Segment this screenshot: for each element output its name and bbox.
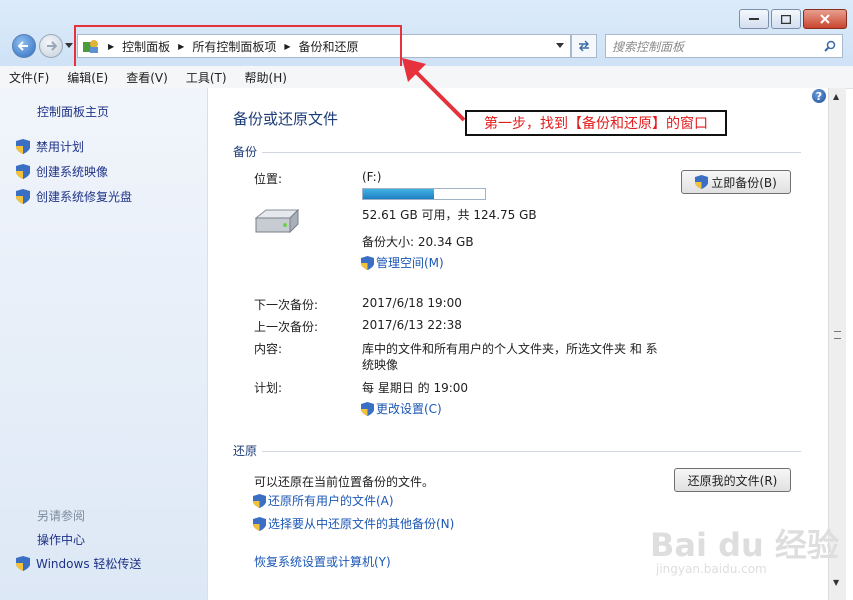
arrow-right-icon (47, 41, 57, 51)
scroll-down-icon[interactable]: ▼ (833, 578, 839, 587)
backup-section-title: 备份 (233, 145, 258, 159)
search-input[interactable]: 搜索控制面板 (612, 38, 824, 55)
close-icon (820, 14, 830, 24)
refresh-icon (579, 40, 589, 52)
shield-icon (16, 556, 30, 571)
last-backup-value: 2017/6/13 22:38 (362, 318, 462, 332)
shield-icon (361, 401, 374, 416)
menu-tools[interactable]: 工具(T) (177, 69, 236, 86)
schedule-value: 每 星期日 的 19:00 (362, 381, 469, 395)
disk-space-text: 52.61 GB 可用，共 124.75 GB (362, 208, 537, 222)
minimize-icon (749, 18, 759, 20)
sidebar-item-easy-transfer[interactable]: Windows 轻松传送 (16, 555, 141, 572)
menu-view[interactable]: 查看(V) (117, 69, 177, 86)
menu-file[interactable]: 文件(F) (0, 69, 58, 86)
shield-icon (16, 189, 30, 204)
last-backup-label: 上一次备份: (254, 320, 319, 334)
backup-now-button[interactable]: 立即备份(B) (681, 170, 791, 194)
restore-divider (262, 451, 801, 452)
refresh-button[interactable] (571, 34, 597, 58)
watermark-url: jingyan.baidu.com (656, 562, 767, 576)
restore-my-files-label: 还原我的文件(R) (687, 473, 778, 488)
address-dropdown-icon[interactable] (556, 43, 564, 49)
maximize-icon (781, 14, 791, 24)
location-value: (F:) (362, 170, 382, 184)
sidebar-item-label: Windows 轻松传送 (36, 557, 142, 571)
next-backup-label: 下一次备份: (254, 298, 319, 312)
change-settings-label: 更改设置(C) (376, 402, 442, 416)
sidebar-item-repair-disc[interactable]: 创建系统修复光盘 (16, 188, 132, 205)
back-button[interactable] (12, 34, 36, 58)
sidebar-item-label: 禁用计划 (36, 140, 85, 154)
restore-all-users-label: 还原所有用户的文件(A) (268, 494, 394, 508)
change-settings-link[interactable]: 更改设置(C) (361, 400, 442, 417)
annotation-arrow-icon (402, 58, 466, 122)
address-highlight-box (74, 25, 402, 69)
sidebar-item-label: 创建系统映像 (36, 165, 109, 179)
hard-drive-icon (254, 208, 300, 234)
manage-space-link[interactable]: 管理空间(M) (361, 254, 444, 271)
menu-help[interactable]: 帮助(H) (236, 69, 296, 86)
sidebar-item-label: 创建系统修复光盘 (36, 190, 133, 204)
restore-other-backup-label: 选择要从中还原文件的其他备份(N) (268, 517, 455, 531)
restore-all-users-link[interactable]: 还原所有用户的文件(A) (253, 492, 394, 509)
restore-description: 可以还原在当前位置备份的文件。 (254, 475, 435, 489)
annotation-callout: 第一步，找到【备份和还原】的窗口 (465, 110, 727, 136)
sidebar-home-link[interactable]: 控制面板主页 (37, 103, 109, 120)
location-label: 位置: (254, 172, 283, 186)
disk-usage-bar (362, 188, 486, 200)
backup-divider (262, 152, 801, 153)
restore-section-title: 还原 (233, 444, 258, 458)
disk-usage-fill (363, 189, 434, 199)
recover-system-link[interactable]: 恢复系统设置或计算机(Y) (254, 553, 391, 570)
backup-size-text: 备份大小: 20.34 GB (362, 235, 474, 249)
search-box[interactable]: 搜索控制面板 (605, 34, 843, 58)
schedule-label: 计划: (254, 381, 283, 395)
minimize-button[interactable] (739, 9, 769, 29)
scroll-thumb-grip[interactable] (834, 331, 841, 339)
see-also-heading: 另请参阅 (37, 509, 86, 523)
manage-space-label: 管理空间(M) (376, 256, 444, 270)
recent-pages-dropdown-icon[interactable] (65, 43, 73, 49)
arrow-left-icon (18, 41, 28, 51)
shield-icon (16, 139, 30, 154)
maximize-button[interactable] (771, 9, 801, 29)
sidebar-item-action-center[interactable]: 操作中心 (37, 531, 85, 548)
shield-icon (16, 164, 30, 179)
shield-icon (253, 493, 266, 508)
menu-edit[interactable]: 编辑(E) (58, 69, 117, 86)
scroll-up-icon[interactable]: ▲ (833, 92, 839, 101)
backup-now-label: 立即备份(B) (711, 175, 777, 190)
contents-value-line2: 统映像 (362, 358, 399, 372)
next-backup-value: 2017/6/18 19:00 (362, 296, 462, 310)
window-controls (739, 9, 847, 29)
page-title: 备份或还原文件 (233, 110, 339, 128)
contents-label: 内容: (254, 342, 283, 356)
forward-button[interactable] (39, 34, 63, 58)
sidebar: 控制面板主页 禁用计划 创建系统映像 创建系统修复光盘 另请参阅 操作中心 Wi… (0, 88, 208, 600)
watermark-logo: Bai du 经验 (650, 526, 839, 564)
sidebar-item-create-image[interactable]: 创建系统映像 (16, 163, 108, 180)
restore-other-backup-link[interactable]: 选择要从中还原文件的其他备份(N) (253, 515, 454, 532)
sidebar-item-disable-schedule[interactable]: 禁用计划 (16, 138, 84, 155)
shield-icon (253, 516, 266, 531)
search-icon[interactable] (824, 40, 836, 52)
shield-icon (361, 255, 374, 270)
help-icon[interactable]: ? (812, 89, 826, 103)
shield-icon (695, 175, 709, 189)
close-button[interactable] (803, 9, 847, 29)
contents-value-line1: 库中的文件和所有用户的个人文件夹，所选文件夹 和 系 (362, 342, 658, 356)
restore-my-files-button[interactable]: 还原我的文件(R) (674, 468, 791, 492)
recover-system-label: 恢复系统设置或计算机(Y) (254, 555, 391, 569)
